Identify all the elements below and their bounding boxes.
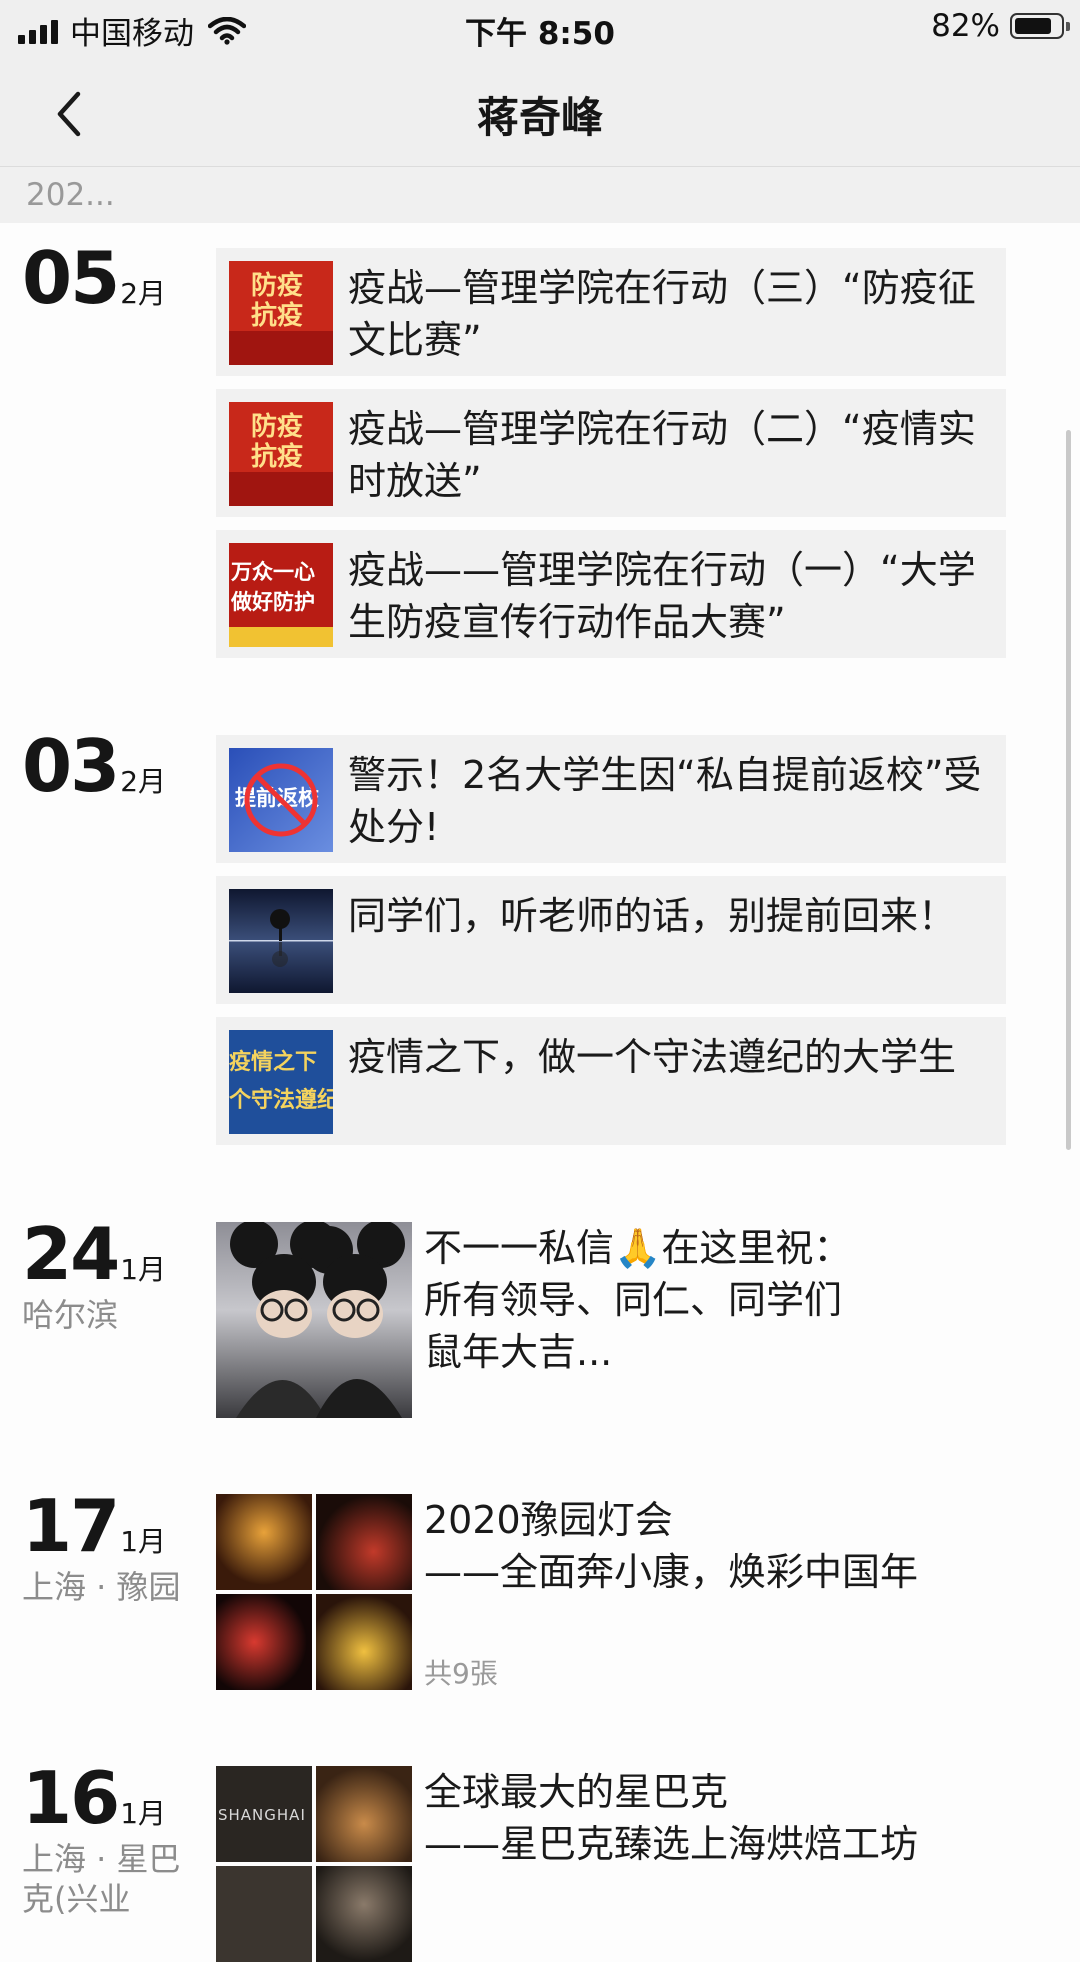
day-number: 17	[22, 1484, 120, 1568]
month-label: 2月	[120, 277, 167, 310]
article-thumbnail: 疫情之下 个守法遵纪大	[229, 1030, 333, 1134]
day-number: 03	[22, 724, 120, 808]
grid-photo[interactable]	[316, 1494, 412, 1590]
grid-photo[interactable]	[216, 1866, 312, 1962]
article-thumbnail: 防疫 抗疫	[229, 402, 333, 506]
date-label: 24 1月	[22, 1218, 166, 1290]
scrollbar[interactable]	[1066, 430, 1071, 1150]
location-label: 上海 · 星巴克(兴业	[22, 1840, 181, 1918]
photo-count: 共9張	[424, 1657, 498, 1690]
nav-bar: 蒋奇峰	[0, 58, 1080, 167]
article-card[interactable]: 万众一心 做好防护 疫战——管理学院在行动（一）“大学生防疫宣传行动作品大赛”	[216, 530, 1006, 658]
location-label: 哈尔滨	[22, 1296, 119, 1334]
battery-icon	[1010, 13, 1070, 39]
grid-photo[interactable]: SHANGHAI	[216, 1766, 312, 1862]
day-number: 16	[22, 1756, 120, 1840]
post-text[interactable]: 2020豫园灯会 ——全面奔小康，焕彩中国年	[424, 1494, 1044, 1598]
article-thumbnail: 万众一心 做好防护	[229, 543, 333, 647]
grid-photo[interactable]	[216, 1594, 312, 1690]
month-label: 1月	[120, 1253, 167, 1286]
grid-photo[interactable]	[316, 1866, 412, 1962]
article-title: 同学们，听老师的话，别提前回来！	[348, 894, 957, 938]
clock: 下午 8:50	[465, 16, 615, 52]
article-thumbnail	[229, 889, 333, 993]
article-card[interactable]: 提前返校 警示！2名大学生因“私自提前返校”受处分!	[216, 735, 1006, 863]
post-text[interactable]: 全球最大的星巴克 ——星巴克臻选上海烘焙工坊	[424, 1766, 1044, 1870]
article-title: 疫情之下，做一个守法遵纪的大学生	[348, 1035, 957, 1079]
article-title: 疫战——管理学院在行动（一）“大学生防疫宣传行动作品大赛”	[348, 548, 976, 644]
day-number: 05	[22, 236, 120, 320]
article-title: 疫战—管理学院在行动（二）“疫情实时放送”	[348, 407, 976, 503]
page-title: 蒋奇峰	[476, 93, 603, 142]
grid-photo[interactable]	[316, 1766, 412, 1862]
article-card[interactable]: 同学们，听老师的话，别提前回来！	[216, 876, 1006, 1004]
location-label: 上海 · 豫园	[22, 1568, 181, 1606]
year-header: 202...	[0, 167, 1080, 223]
photo-grid[interactable]	[216, 1494, 412, 1690]
status-bar: 中国移动 下午 8:50 82%	[0, 0, 1080, 58]
day-number: 24	[22, 1212, 120, 1296]
date-label: 03 2月	[22, 730, 166, 802]
battery-percent: 82%	[931, 8, 1000, 44]
article-thumbnail: 提前返校	[229, 748, 333, 852]
date-label: 05 2月	[22, 242, 166, 314]
grid-photo[interactable]	[316, 1594, 412, 1690]
article-title: 疫战—管理学院在行动（三）“防疫征文比赛”	[348, 266, 976, 362]
article-card[interactable]: 疫情之下 个守法遵纪大 疫情之下，做一个守法遵纪的大学生	[216, 1017, 1006, 1145]
article-card[interactable]: 防疫 抗疫 疫战—管理学院在行动（二）“疫情实时放送”	[216, 389, 1006, 517]
article-thumbnail: 防疫 抗疫	[229, 261, 333, 365]
post-text[interactable]: 不一一私信🙏在这里祝： 所有领导、同仁、同学们 鼠年大吉...	[424, 1222, 1044, 1378]
status-right: 82%	[931, 8, 1070, 44]
grid-photo[interactable]	[216, 1494, 312, 1590]
article-title: 警示！2名大学生因“私自提前返校”受处分!	[348, 753, 982, 849]
photo-grid[interactable]: SHANGHAI	[216, 1766, 412, 1962]
month-label: 2月	[120, 765, 167, 798]
month-label: 1月	[120, 1797, 167, 1830]
post-photo[interactable]	[216, 1222, 412, 1418]
date-label: 16 1月	[22, 1762, 166, 1834]
date-label: 17 1月	[22, 1490, 166, 1562]
month-label: 1月	[120, 1525, 167, 1558]
article-card[interactable]: 防疫 抗疫 疫战—管理学院在行动（三）“防疫征文比赛”	[216, 248, 1006, 376]
battery-level	[1015, 18, 1051, 34]
